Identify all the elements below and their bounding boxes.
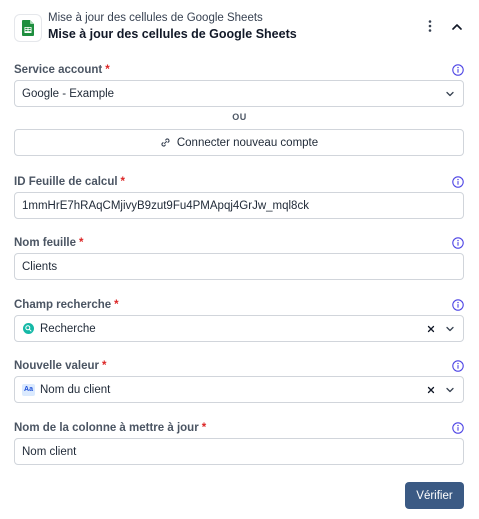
text-type-icon: Aa	[22, 384, 35, 396]
service-account-label: Service account *	[14, 64, 110, 76]
new-value-select[interactable]: Aa Nom du client	[14, 376, 464, 403]
service-account-label-text: Service account	[14, 64, 103, 76]
new-value-label-text: Nouvelle valeur	[14, 360, 100, 372]
clear-icon[interactable]	[426, 324, 436, 334]
spreadsheet-id-label-text: ID Feuille de calcul	[14, 176, 118, 188]
spreadsheet-id-input[interactable]: 1mmHrE7hRAqCMjivyB9zut9Fu4PMApqj4GrJw_mq…	[14, 192, 464, 219]
search-variable-icon	[23, 323, 34, 334]
step-header: Mise à jour des cellules de Google Sheet…	[0, 0, 479, 46]
new-value-value: Nom du client	[40, 384, 111, 396]
required-mark: *	[102, 360, 107, 372]
spreadsheet-id-label: ID Feuille de calcul *	[14, 176, 125, 188]
connect-button-label: Connecter nouveau compte	[176, 136, 319, 149]
search-field-label: Champ recherche *	[14, 299, 119, 311]
search-field-value: Recherche	[40, 323, 96, 335]
service-account-value: Google - Example	[22, 88, 115, 100]
chevron-up-icon[interactable]	[449, 19, 465, 35]
required-mark: *	[78, 237, 84, 249]
required-mark: *	[105, 64, 110, 76]
chevron-down-icon	[446, 387, 454, 393]
spreadsheet-id-value: 1mmHrE7hRAqCMjivyB9zut9Fu4PMApqj4GrJw_mq…	[22, 200, 309, 212]
chevron-down-icon	[446, 326, 454, 332]
clear-icon[interactable]	[426, 385, 436, 395]
info-icon[interactable]	[452, 176, 464, 188]
search-field-label-text: Champ recherche	[14, 299, 112, 311]
sheet-name-label: Nom feuille *	[14, 237, 83, 249]
sheet-name-label-text: Nom feuille	[14, 237, 76, 249]
chevron-down-icon	[446, 91, 454, 97]
info-icon[interactable]	[452, 299, 464, 311]
google-sheets-icon	[14, 14, 42, 42]
column-name-label-text: Nom de la colonne à mettre à jour	[14, 422, 199, 434]
required-mark: *	[114, 299, 119, 311]
sheet-name-value: Clients	[22, 261, 58, 273]
new-value-label: Nouvelle valeur *	[14, 360, 107, 372]
link-icon	[161, 138, 170, 147]
verify-button[interactable]: Vérifier	[405, 482, 464, 509]
column-name-value: Nom client	[22, 446, 77, 458]
search-field-select[interactable]: Recherche	[14, 315, 464, 342]
info-icon[interactable]	[452, 237, 464, 249]
service-account-select[interactable]: Google - Example	[14, 80, 464, 107]
more-options-icon[interactable]	[423, 18, 437, 34]
column-name-label: Nom de la colonne à mettre à jour *	[14, 422, 206, 434]
required-mark: *	[120, 176, 126, 188]
column-name-input[interactable]: Nom client	[14, 438, 464, 465]
step-subtitle: Mise à jour des cellules de Google Sheet…	[48, 12, 263, 24]
info-icon[interactable]	[452, 422, 464, 434]
or-separator: OU	[232, 112, 247, 122]
step-title: Mise à jour des cellules de Google Sheet…	[48, 27, 297, 41]
sheet-name-input[interactable]: Clients	[14, 253, 464, 280]
info-icon[interactable]	[452, 360, 464, 372]
required-mark: *	[201, 422, 207, 434]
connect-new-account-button[interactable]: Connecter nouveau compte	[14, 129, 464, 156]
info-icon[interactable]	[452, 64, 464, 76]
